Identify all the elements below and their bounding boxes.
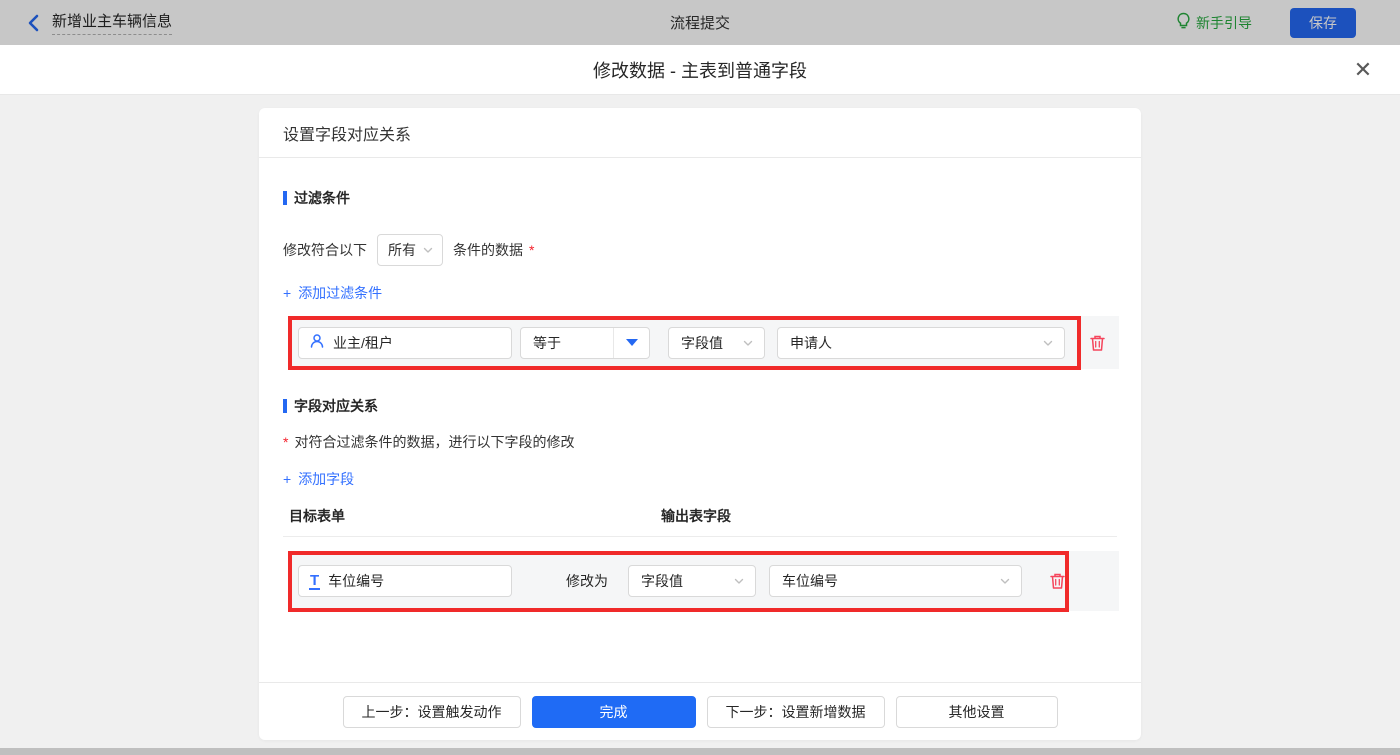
- target-form-column-header: 目标表单: [289, 508, 345, 524]
- caret-down-icon: [613, 327, 649, 358]
- filter-condition-line: 修改符合以下 所有 条件的数据 *: [283, 234, 1117, 266]
- add-filter-condition-label: 添加过滤条件: [298, 285, 383, 301]
- next-step-button[interactable]: 下一步：设置新增数据: [706, 695, 885, 728]
- card-header-title: 设置字段对应关系: [259, 108, 1141, 158]
- filter-value-type-select[interactable]: 字段值: [668, 326, 765, 359]
- modify-to-label: 修改为: [566, 573, 608, 589]
- chevron-down-icon: [1043, 340, 1053, 346]
- add-filter-condition-link[interactable]: + 添加过滤条件: [283, 283, 382, 303]
- required-asterisk: *: [529, 242, 535, 258]
- field-mapping-row: T 车位编号 修改为 字段值 车位编号: [288, 551, 1119, 612]
- match-mode-value: 所有: [388, 242, 416, 258]
- operator-value: 等于: [533, 334, 561, 351]
- delete-filter-row-button[interactable]: [1089, 334, 1106, 352]
- filter-value-select[interactable]: 申请人: [777, 326, 1065, 359]
- trash-icon: [1050, 573, 1065, 589]
- filter-section-label: 过滤条件: [294, 190, 350, 206]
- chevron-down-icon: [743, 340, 753, 346]
- card-footer: 上一步：设置触发动作 完成 下一步：设置新增数据 其他设置: [259, 682, 1141, 740]
- add-field-link[interactable]: + 添加字段: [283, 469, 354, 489]
- delete-mapping-row-button[interactable]: [1049, 572, 1066, 590]
- text-field-icon: T: [309, 571, 321, 590]
- plus-icon: +: [283, 285, 292, 301]
- trash-icon: [1090, 335, 1105, 351]
- other-settings-button[interactable]: 其他设置: [895, 695, 1058, 728]
- chevron-down-icon: [1000, 578, 1010, 584]
- mapping-hint-text: 对符合过滤条件的数据，进行以下字段的修改: [294, 434, 575, 450]
- modal-body: 设置字段对应关系 过滤条件 修改符合以下 所有 条件的数据 * + 添加过滤条件…: [0, 95, 1400, 748]
- column-divider: [283, 536, 1117, 537]
- modal-title: 修改数据 - 主表到普通字段: [593, 60, 807, 81]
- plus-icon: +: [283, 471, 292, 487]
- filter-section-title: 过滤条件: [283, 188, 1117, 208]
- operator-select[interactable]: 等于: [520, 326, 650, 359]
- close-icon[interactable]: ✕: [1350, 57, 1376, 83]
- target-field-value: 车位编号: [328, 573, 385, 589]
- filter-field-value: 业主/租户: [333, 334, 393, 351]
- mapping-section-label: 字段对应关系: [294, 398, 378, 414]
- field-mapping-card: 设置字段对应关系 过滤条件 修改符合以下 所有 条件的数据 * + 添加过滤条件…: [259, 108, 1141, 740]
- modal-header: 修改数据 - 主表到普通字段 ✕: [0, 45, 1400, 95]
- mapping-value-type-select[interactable]: 字段值: [628, 565, 756, 597]
- mapping-column-headers: 目标表单 输出表字段: [283, 506, 1117, 526]
- filter-field-input[interactable]: 业主/租户: [298, 326, 512, 359]
- output-field-column-header: 输出表字段: [661, 508, 731, 524]
- section-bar-icon: [283, 399, 287, 413]
- condition-prefix-text: 修改符合以下: [283, 242, 367, 258]
- mapping-value-type: 字段值: [641, 573, 683, 589]
- done-button[interactable]: 完成: [531, 695, 696, 728]
- filter-value-type: 字段值: [681, 334, 723, 351]
- person-icon: [309, 333, 325, 352]
- condition-suffix-text: 条件的数据: [453, 242, 523, 258]
- target-field-input[interactable]: T 车位编号: [298, 565, 512, 597]
- match-mode-select[interactable]: 所有: [377, 234, 443, 266]
- mapping-value-select[interactable]: 车位编号: [769, 565, 1022, 597]
- filter-value: 申请人: [790, 334, 832, 351]
- chevron-down-icon: [734, 578, 744, 584]
- section-bar-icon: [283, 191, 287, 205]
- chevron-down-icon: [423, 247, 433, 253]
- edit-data-modal: 修改数据 - 主表到普通字段 ✕ 设置字段对应关系 过滤条件 修改符合以下 所有…: [0, 45, 1400, 748]
- add-field-label: 添加字段: [298, 471, 355, 487]
- mapping-section-title: 字段对应关系: [283, 396, 1117, 416]
- filter-condition-row: 业主/租户 等于 字段值 申请人: [288, 316, 1119, 370]
- required-asterisk: *: [283, 434, 289, 450]
- mapping-hint-line: * 对符合过滤条件的数据，进行以下字段的修改: [283, 432, 1117, 452]
- mapping-value: 车位编号: [782, 573, 838, 589]
- prev-step-button[interactable]: 上一步：设置触发动作: [342, 695, 521, 728]
- card-content: 过滤条件 修改符合以下 所有 条件的数据 * + 添加过滤条件 业主/租户 等于…: [259, 158, 1141, 682]
